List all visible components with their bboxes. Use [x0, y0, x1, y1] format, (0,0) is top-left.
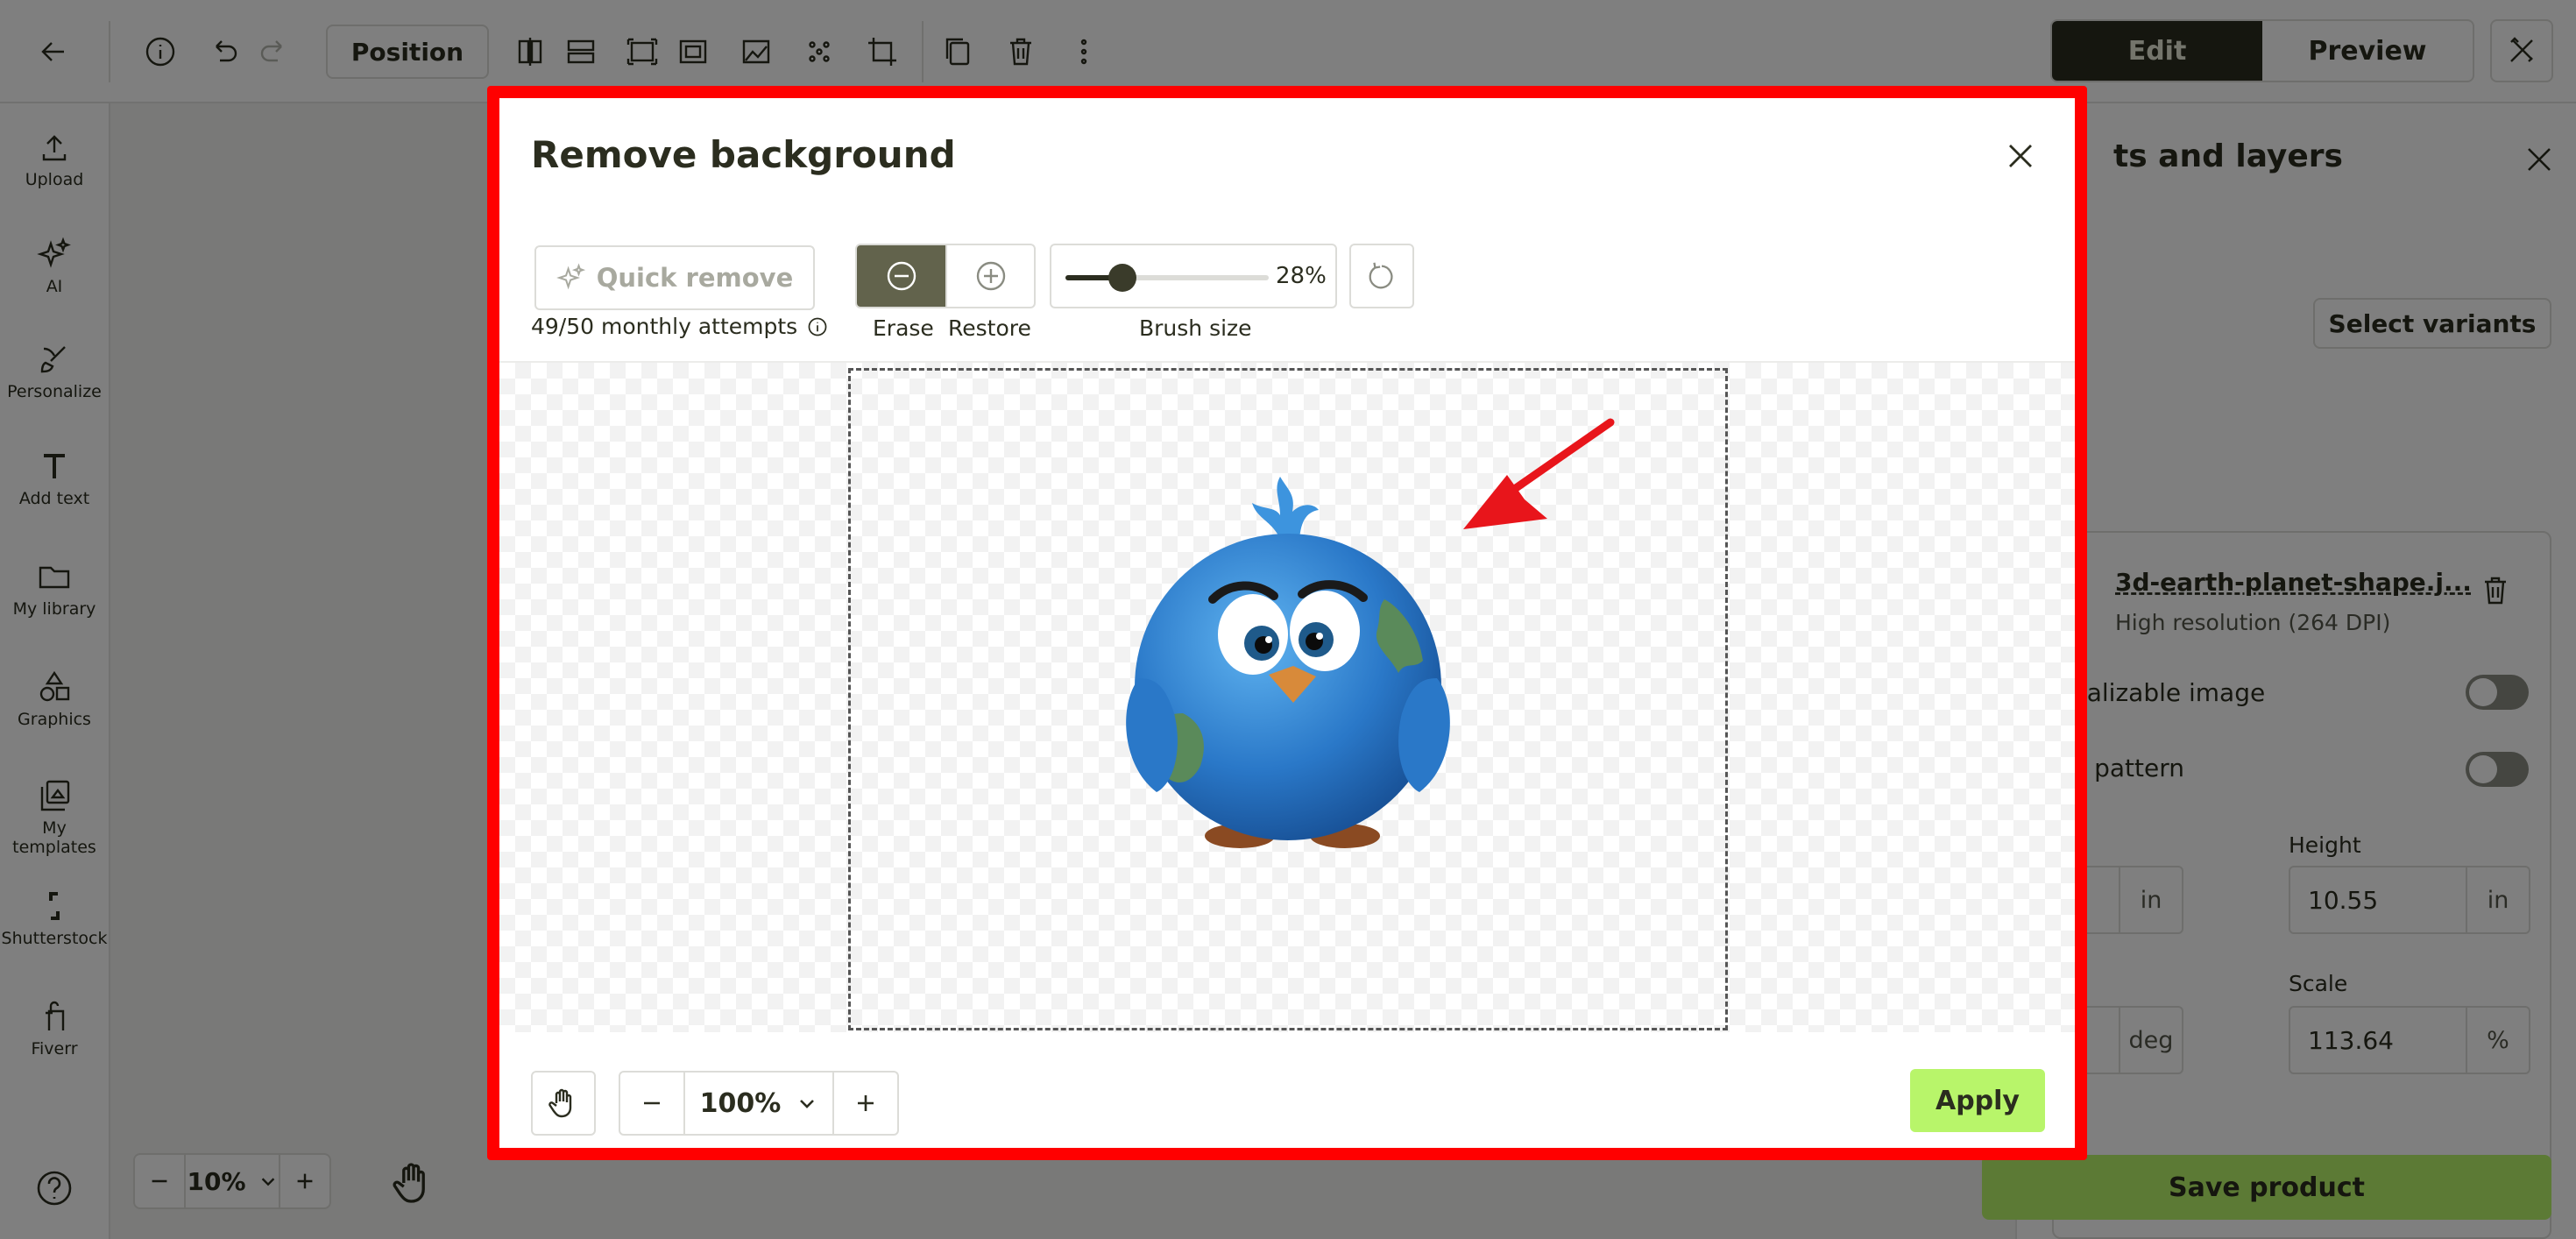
minus-circle-icon — [887, 261, 916, 291]
zoom-out-button[interactable] — [620, 1073, 683, 1134]
brush-size-handle[interactable] — [1108, 264, 1136, 292]
bird-image — [1126, 477, 1450, 848]
modal-zoom-control: 100% — [619, 1071, 899, 1136]
erase-button[interactable] — [857, 245, 945, 307]
zoom-value: 100% — [699, 1087, 782, 1119]
modal-footer: 100% Apply — [499, 1032, 2075, 1148]
sparkle-icon — [556, 263, 585, 290]
brush-size-slider[interactable] — [1065, 264, 1269, 292]
minus-icon — [644, 1101, 660, 1105]
attempts-counter: 49/50 monthly attempts — [531, 314, 829, 339]
close-icon[interactable] — [2003, 138, 2038, 173]
reset-icon — [1369, 262, 1393, 289]
info-icon[interactable] — [806, 315, 829, 338]
annotation-arrow-icon — [1463, 418, 1615, 529]
image-work-area[interactable] — [499, 361, 2075, 1032]
erase-label: Erase — [873, 315, 934, 341]
zoom-select[interactable]: 100% — [683, 1073, 834, 1134]
apply-button[interactable]: Apply — [1910, 1069, 2045, 1132]
brush-size-label: Brush size — [1139, 315, 1252, 341]
chevron-down-icon — [800, 1100, 815, 1108]
zoom-in-button[interactable] — [834, 1073, 897, 1134]
reset-button[interactable] — [1349, 244, 1414, 308]
erase-restore-toggle — [855, 244, 1036, 308]
attempts-text: 49/50 monthly attempts — [531, 314, 798, 339]
quick-remove-label: Quick remove — [596, 263, 794, 293]
modal-title: Remove background — [531, 133, 956, 176]
pan-tool-button[interactable] — [531, 1071, 596, 1136]
brush-size-value: 28% — [1276, 263, 1327, 289]
quick-remove-button[interactable]: Quick remove — [534, 245, 815, 310]
hand-icon — [548, 1088, 572, 1118]
brush-size-control: 28% — [1050, 244, 1337, 308]
plus-icon — [858, 1095, 874, 1111]
plus-circle-icon — [976, 261, 1005, 291]
remove-background-modal: Remove background Quick remove 49/50 mon… — [499, 98, 2075, 1148]
restore-button[interactable] — [945, 245, 1034, 307]
restore-label: Restore — [948, 315, 1031, 341]
